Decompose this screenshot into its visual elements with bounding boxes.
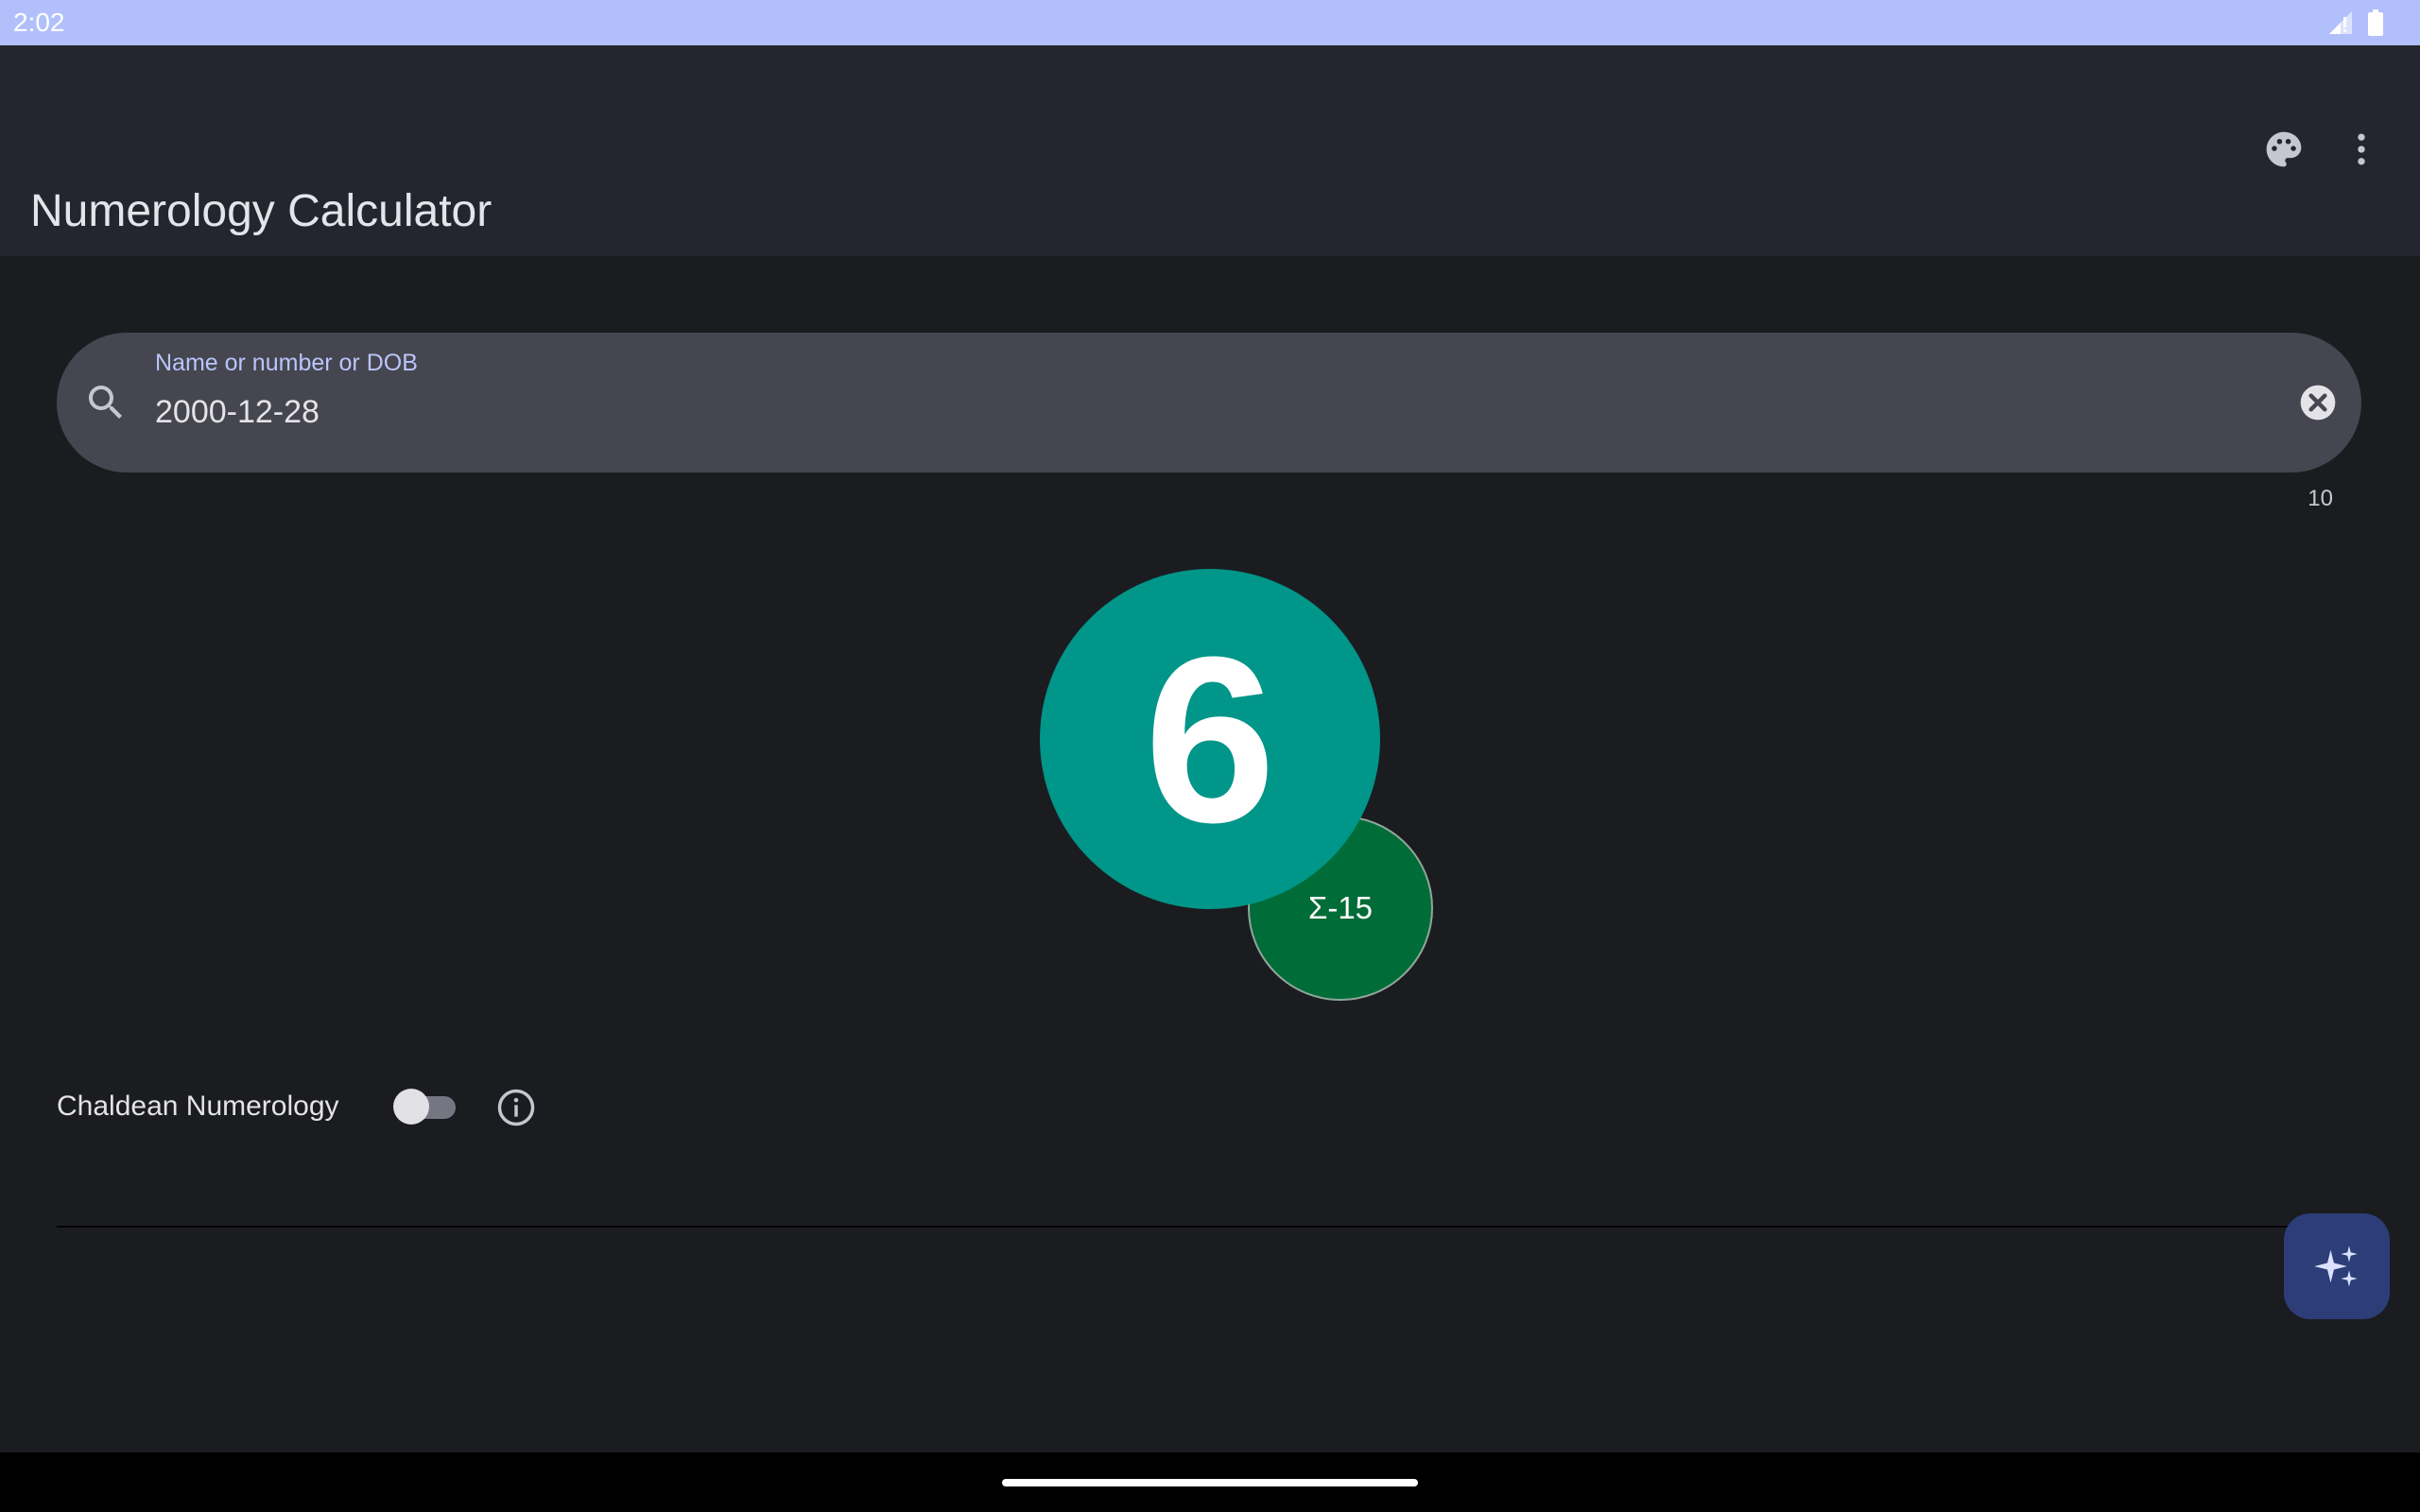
main-content: Name or number or DOB 2000-12-28 10 6 Σ-… (0, 256, 2420, 1452)
character-counter: 10 (2308, 486, 2333, 511)
search-icon (89, 386, 122, 419)
navigation-bar (0, 1452, 2420, 1512)
result-number[interactable]: 6 (1040, 569, 1380, 909)
status-time: 2:02 (13, 8, 65, 37)
divider (57, 1226, 2363, 1228)
status-icons (2327, 9, 2384, 36)
clear-icon[interactable] (2297, 382, 2339, 423)
generate-fab[interactable] (2284, 1213, 2390, 1319)
page-title: Numerology Calculator (30, 186, 493, 236)
home-gesture-handle[interactable] (1002, 1479, 1418, 1486)
sparkle-icon (2314, 1246, 2358, 1287)
battery-icon (2368, 9, 2383, 36)
app-bar: Numerology Calculator (0, 45, 2420, 256)
info-icon[interactable] (496, 1088, 536, 1127)
status-bar: 2:02 (0, 0, 2420, 45)
toggle-thumb (393, 1089, 429, 1125)
search-field[interactable]: Name or number or DOB 2000-12-28 (57, 333, 2361, 472)
search-label: Name or number or DOB (155, 350, 418, 376)
chaldean-label: Chaldean Numerology (57, 1091, 339, 1122)
more-vert-icon[interactable] (2335, 123, 2388, 176)
palette-icon[interactable] (2257, 123, 2310, 176)
chaldean-toggle[interactable] (393, 1089, 458, 1125)
search-input[interactable]: 2000-12-28 (155, 389, 320, 435)
signal-icon (2329, 11, 2352, 34)
